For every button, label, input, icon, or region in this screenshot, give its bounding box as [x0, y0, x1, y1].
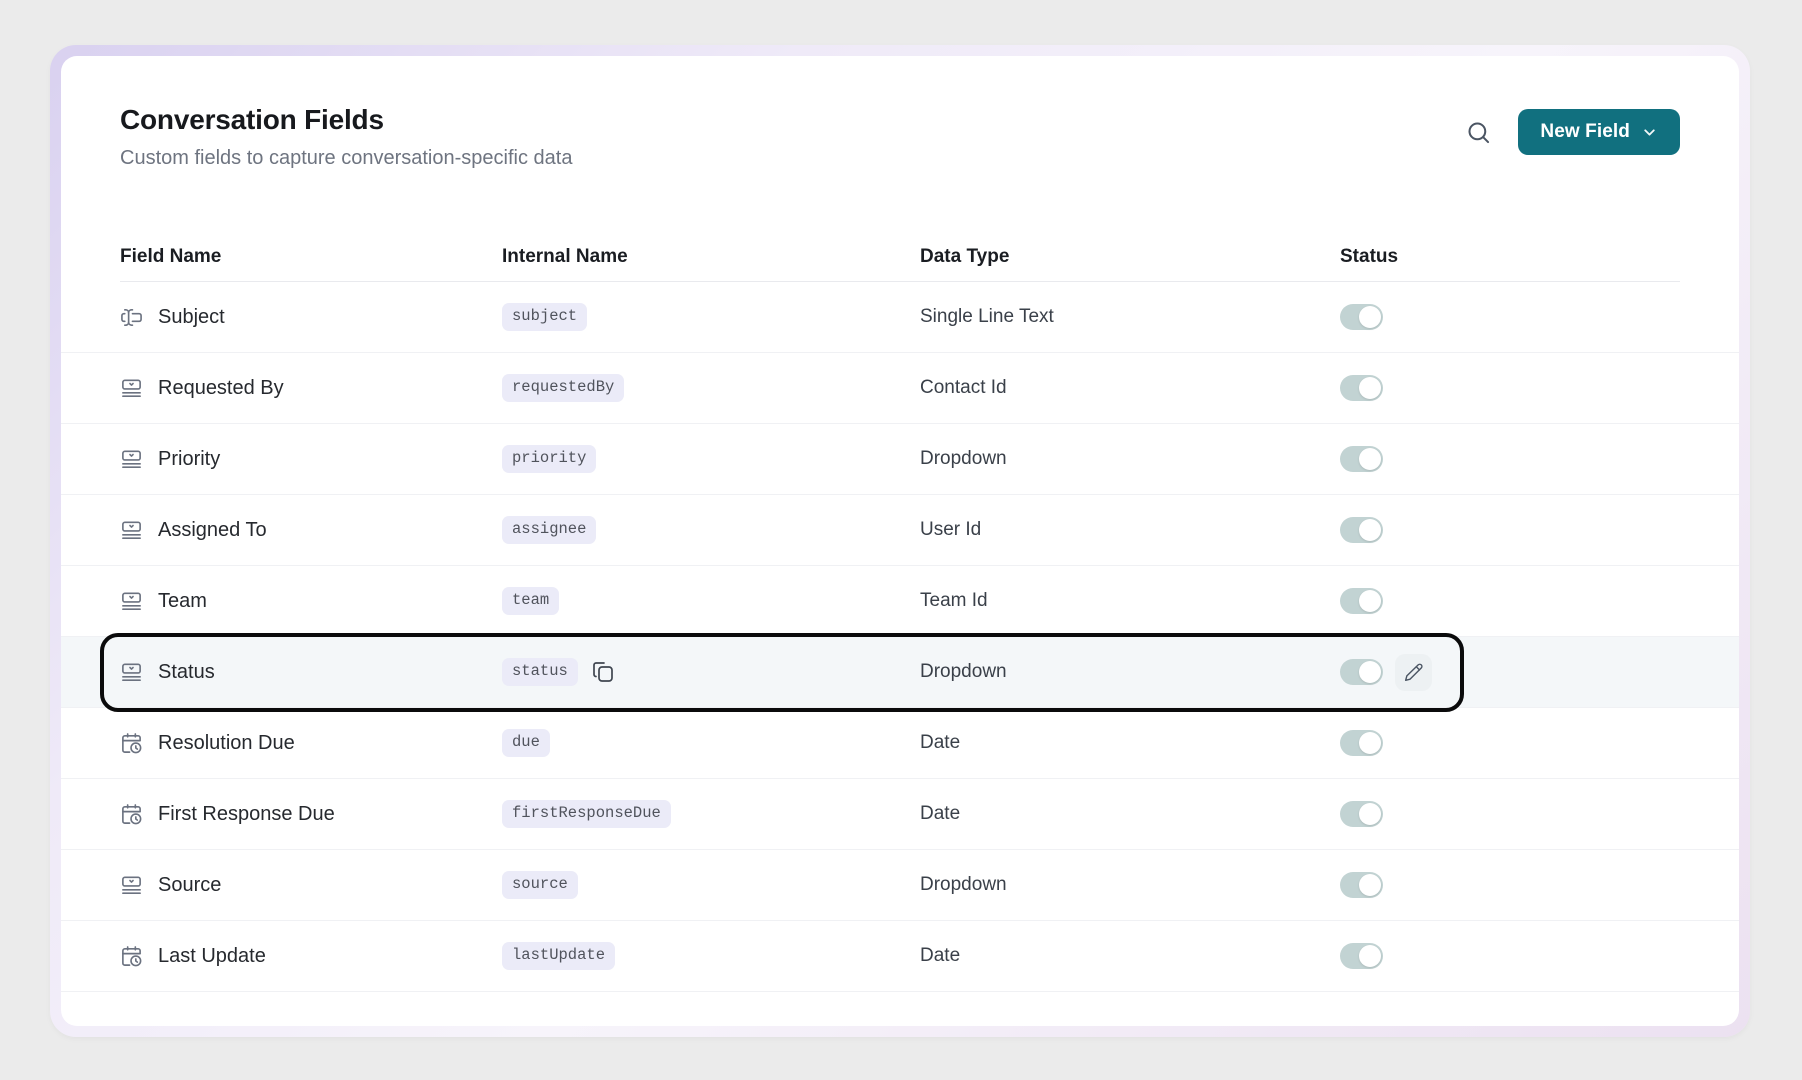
table-row: Last Update lastUpdate Date — [61, 921, 1739, 992]
new-field-button-label: New Field — [1540, 121, 1630, 143]
toggle-knob — [1359, 874, 1381, 896]
status-toggle[interactable] — [1340, 304, 1383, 330]
field-name: Priority — [158, 448, 220, 471]
pencil-icon — [1404, 662, 1424, 682]
card-header: Conversation Fields Custom fields to cap… — [120, 56, 1680, 171]
status-toggle[interactable] — [1340, 517, 1383, 543]
field-name: Assigned To — [158, 519, 267, 542]
status-toggle[interactable] — [1340, 943, 1383, 969]
data-type: Date — [920, 803, 1340, 825]
field-name: First Response Due — [158, 803, 335, 826]
data-type: Team Id — [920, 590, 1340, 612]
toggle-knob — [1359, 377, 1381, 399]
internal-name-badge: subject — [502, 303, 587, 331]
table-row: Source source Dropdown — [61, 850, 1739, 921]
search-icon[interactable] — [1464, 118, 1492, 146]
text-cursor-input-icon — [120, 306, 143, 329]
internal-name-badge: assignee — [502, 516, 596, 544]
dropdown-field-icon — [120, 448, 143, 471]
page-title: Conversation Fields — [120, 103, 572, 137]
header-titles: Conversation Fields Custom fields to cap… — [120, 103, 572, 171]
edit-field-button[interactable] — [1395, 654, 1432, 691]
internal-name-badge: firstResponseDue — [502, 800, 671, 828]
internal-name-badge: priority — [502, 445, 596, 473]
data-type: Date — [920, 945, 1340, 967]
column-header-field-name: Field Name — [120, 246, 502, 268]
field-name: Source — [158, 874, 221, 897]
column-header-data-type: Data Type — [920, 246, 1340, 268]
status-toggle[interactable] — [1340, 801, 1383, 827]
conversation-fields-card: Conversation Fields Custom fields to cap… — [61, 56, 1739, 1026]
field-name: Status — [158, 661, 215, 684]
field-name: Resolution Due — [158, 732, 295, 755]
table-row: Requested By requestedBy Contact Id — [61, 353, 1739, 424]
calendar-clock-icon — [120, 803, 143, 826]
new-field-button[interactable]: New Field — [1518, 109, 1680, 155]
copy-icon[interactable] — [591, 660, 615, 684]
dropdown-field-icon — [120, 590, 143, 613]
dropdown-field-icon — [120, 874, 143, 897]
toggle-knob — [1359, 732, 1381, 754]
field-name: Subject — [158, 306, 225, 329]
table-row: Team team Team Id — [61, 566, 1739, 637]
chevron-down-icon — [1641, 124, 1658, 141]
status-toggle[interactable] — [1340, 375, 1383, 401]
status-toggle[interactable] — [1340, 730, 1383, 756]
column-header-internal-name: Internal Name — [502, 246, 920, 268]
internal-name-badge: due — [502, 729, 550, 757]
toggle-knob — [1359, 945, 1381, 967]
table-row: Priority priority Dropdown — [61, 424, 1739, 495]
table-row: First Response Due firstResponseDue Date — [61, 779, 1739, 850]
toggle-knob — [1359, 448, 1381, 470]
status-toggle[interactable] — [1340, 659, 1383, 685]
data-type: Single Line Text — [920, 306, 1340, 328]
internal-name-badge: source — [502, 871, 578, 899]
table-header: Field Name Internal Name Data Type Statu… — [120, 232, 1680, 282]
settings-card-wrapper: Conversation Fields Custom fields to cap… — [50, 45, 1750, 1037]
status-toggle[interactable] — [1340, 446, 1383, 472]
data-type: Date — [920, 732, 1340, 754]
internal-name-badge: status — [502, 658, 578, 686]
header-actions: New Field — [1464, 109, 1680, 155]
data-type: User Id — [920, 519, 1340, 541]
dropdown-field-icon — [120, 519, 143, 542]
internal-name-badge: requestedBy — [502, 374, 624, 402]
calendar-clock-icon — [120, 732, 143, 755]
data-type: Contact Id — [920, 377, 1340, 399]
dropdown-field-icon — [120, 377, 143, 400]
field-name: Requested By — [158, 377, 284, 400]
table-row: Resolution Due due Date — [61, 708, 1739, 779]
page-subtitle: Custom fields to capture conversation-sp… — [120, 145, 572, 171]
internal-name-badge: team — [502, 587, 559, 615]
column-header-status: Status — [1340, 246, 1680, 268]
toggle-knob — [1359, 519, 1381, 541]
calendar-clock-icon — [120, 945, 143, 968]
table-body: Subject subject Single Line Text Request… — [120, 282, 1680, 992]
table-row: Subject subject Single Line Text — [61, 282, 1739, 353]
data-type: Dropdown — [920, 661, 1340, 683]
toggle-knob — [1359, 803, 1381, 825]
internal-name-badge: lastUpdate — [502, 942, 615, 970]
table-row: Status status Dropdown — [61, 637, 1739, 708]
status-toggle[interactable] — [1340, 588, 1383, 614]
data-type: Dropdown — [920, 874, 1340, 896]
field-name: Last Update — [158, 945, 266, 968]
table-row: Assigned To assignee User Id — [61, 495, 1739, 566]
toggle-knob — [1359, 590, 1381, 612]
field-name: Team — [158, 590, 207, 613]
toggle-knob — [1359, 306, 1381, 328]
data-type: Dropdown — [920, 448, 1340, 470]
status-toggle[interactable] — [1340, 872, 1383, 898]
toggle-knob — [1359, 661, 1381, 683]
dropdown-field-icon — [120, 661, 143, 684]
